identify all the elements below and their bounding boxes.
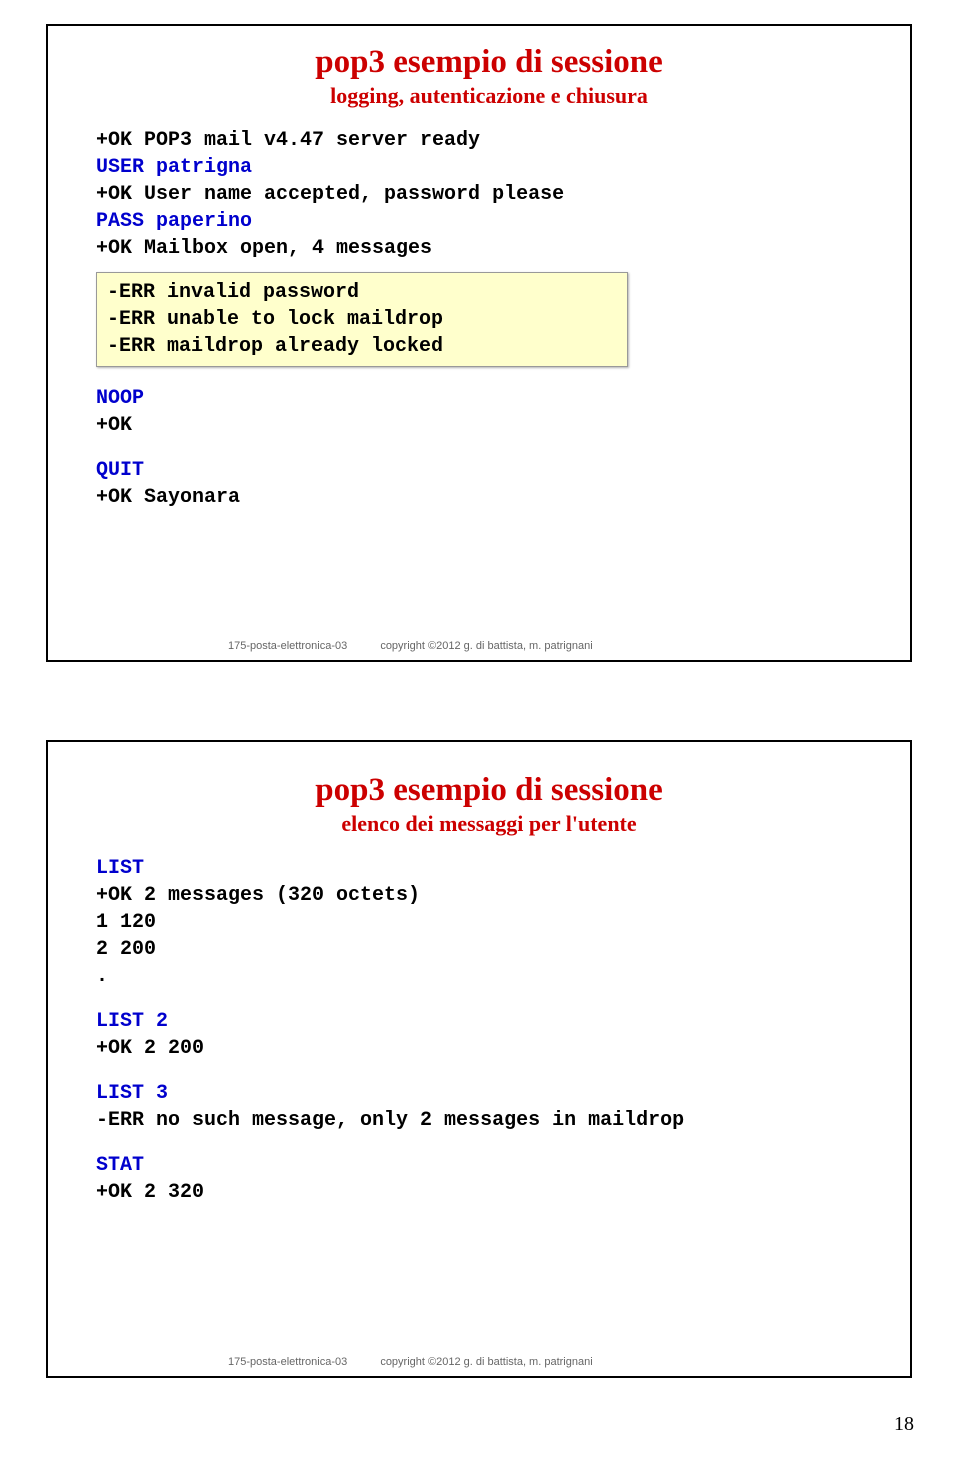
slide-2-inner: pop3 esempio di sessione elenco dei mess… [48,742,910,1376]
cmd-quit: QUIT [96,457,882,484]
resp-noop-ok: +OK [96,412,882,439]
err-invalid-password: -ERR invalid password [107,279,617,306]
footer-id: 175-posta-elettronica-03 [228,1356,347,1368]
cmd-stat: STAT [96,1152,882,1179]
resp-user-accepted: +OK User name accepted, password please [96,181,882,208]
err-unable-lock: -ERR unable to lock maildrop [107,306,617,333]
page: pop3 esempio di sessione logging, autent… [0,0,960,1458]
footer-copyright: copyright ©2012 g. di battista, m. patri… [380,1356,592,1368]
slide1-body: +OK POP3 mail v4.47 server ready USER pa… [96,127,882,511]
slide-2: pop3 esempio di sessione elenco dei mess… [46,740,912,1378]
resp-mailbox-open: +OK Mailbox open, 4 messages [96,235,882,262]
resp-list-dot: . [96,963,882,990]
resp-list2-ok: +OK 2 200 [96,1035,882,1062]
cmd-list: LIST [96,855,882,882]
resp-list-line1: 1 120 [96,909,882,936]
slide1-title: pop3 esempio di sessione [96,44,882,81]
slide1-footer: 175-posta-elettronica-03 copyright ©2012… [228,640,623,652]
slide2-footer: 175-posta-elettronica-03 copyright ©2012… [228,1356,623,1368]
slide1-subtitle: logging, autenticazione e chiusura [96,83,882,109]
slide-1-inner: pop3 esempio di sessione logging, autent… [48,26,910,660]
cmd-pass: PASS paperino [96,208,882,235]
resp-list-line2: 2 200 [96,936,882,963]
error-box: -ERR invalid password -ERR unable to loc… [96,272,628,367]
cmd-list3: LIST 3 [96,1080,882,1107]
cmd-noop: NOOP [96,385,882,412]
slide-1: pop3 esempio di sessione logging, autent… [46,24,912,662]
spacer [96,1134,882,1152]
slide2-title: pop3 esempio di sessione [96,772,882,809]
slide2-subtitle: elenco dei messaggi per l'utente [96,811,882,837]
cmd-user: USER patrigna [96,154,882,181]
footer-copyright: copyright ©2012 g. di battista, m. patri… [380,640,592,652]
resp-list3-err: -ERR no such message, only 2 messages in… [96,1107,882,1134]
spacer [96,439,882,457]
slide2-body: LIST +OK 2 messages (320 octets) 1 120 2… [96,855,882,1206]
spacer [96,990,882,1008]
cmd-list2: LIST 2 [96,1008,882,1035]
resp-list-ok: +OK 2 messages (320 octets) [96,882,882,909]
resp-stat-ok: +OK 2 320 [96,1179,882,1206]
err-already-locked: -ERR maildrop already locked [107,333,617,360]
footer-id: 175-posta-elettronica-03 [228,640,347,652]
resp-sayonara: +OK Sayonara [96,484,882,511]
page-number: 18 [894,1413,914,1436]
line-ok-server: +OK POP3 mail v4.47 server ready [96,127,882,154]
spacer [96,1062,882,1080]
